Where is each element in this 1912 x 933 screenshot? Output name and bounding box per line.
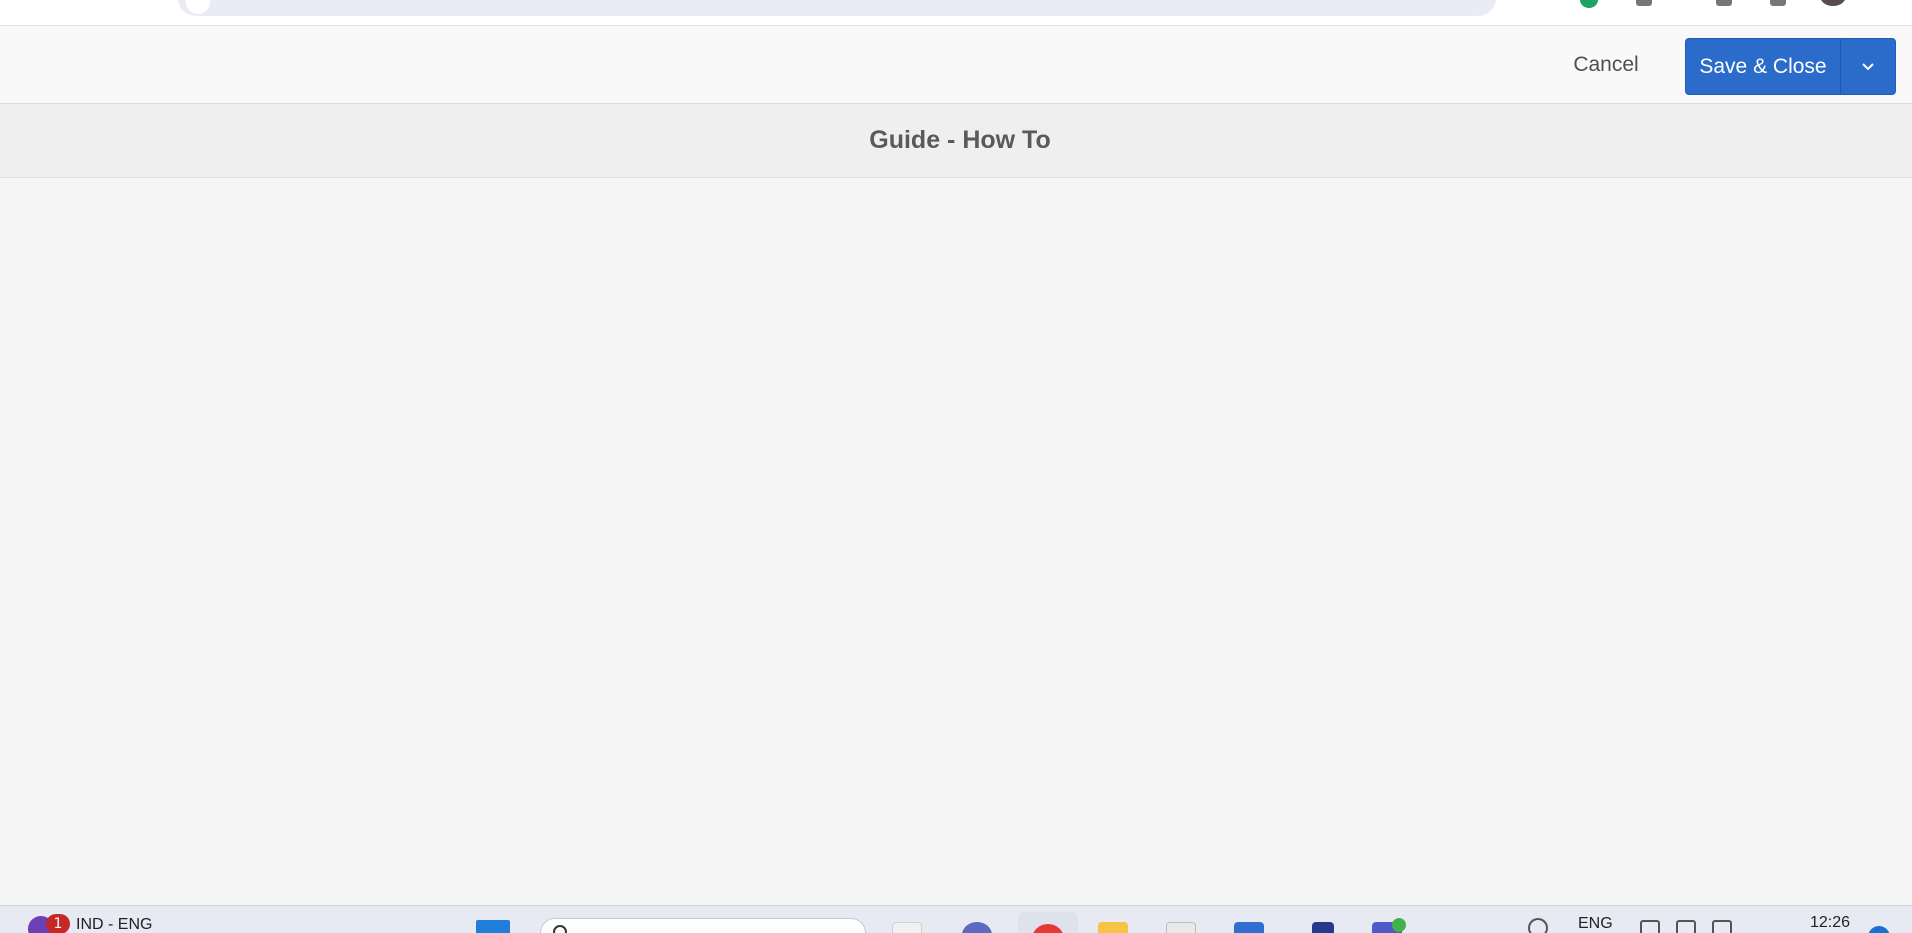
notification-badge: 1 [46,914,70,933]
extension-icon[interactable] [1716,0,1732,6]
extension-icon[interactable] [1580,0,1598,8]
action-bar: Cancel Save & Close [0,26,1912,104]
language-label[interactable]: IND - ENG [76,916,152,933]
teams-icon[interactable] [1372,918,1406,933]
notepad-icon[interactable] [1166,922,1196,933]
volume-icon[interactable] [1676,920,1696,933]
clock-time[interactable]: 12:26 [1810,914,1850,932]
cancel-button[interactable]: Cancel [1556,48,1656,82]
taskbar: 1 IND - ENG ENG 12:26 [0,905,1912,933]
tray-overflow-icon[interactable] [1528,918,1548,933]
taskbar-search-input[interactable] [540,918,866,933]
profile-avatar-icon[interactable] [1820,0,1846,6]
address-bar[interactable] [178,0,1496,16]
save-button-group: Save & Close [1685,38,1896,95]
search-icon [553,925,567,933]
chevron-down-icon [1862,62,1874,70]
page-header: Guide - How To [0,104,1912,178]
battery-icon[interactable] [1712,920,1732,933]
windows-start-icon[interactable] [476,920,510,933]
tray-language-label[interactable]: ENG [1578,915,1613,933]
taskbar-app-icon[interactable] [892,922,922,933]
extension-icon[interactable] [1770,0,1786,6]
file-explorer-icon[interactable] [1098,922,1128,933]
extension-icon[interactable] [1636,0,1652,6]
save-options-dropdown-button[interactable] [1841,39,1895,94]
page-title: Guide - How To [869,126,1051,154]
browser-toolbar [0,0,1912,26]
network-icon[interactable] [1640,920,1660,933]
notifications-icon[interactable] [1868,926,1890,933]
save-close-button[interactable]: Save & Close [1686,39,1841,94]
site-info-icon[interactable] [186,0,210,14]
outlook-icon[interactable] [1234,922,1264,933]
content-area [0,178,1912,905]
taskbar-app-icon[interactable] [962,922,992,933]
taskbar-app-chrome-icon[interactable] [1018,912,1078,933]
taskbar-app-icon[interactable] [1312,922,1334,933]
tray-icons [1640,920,1740,933]
